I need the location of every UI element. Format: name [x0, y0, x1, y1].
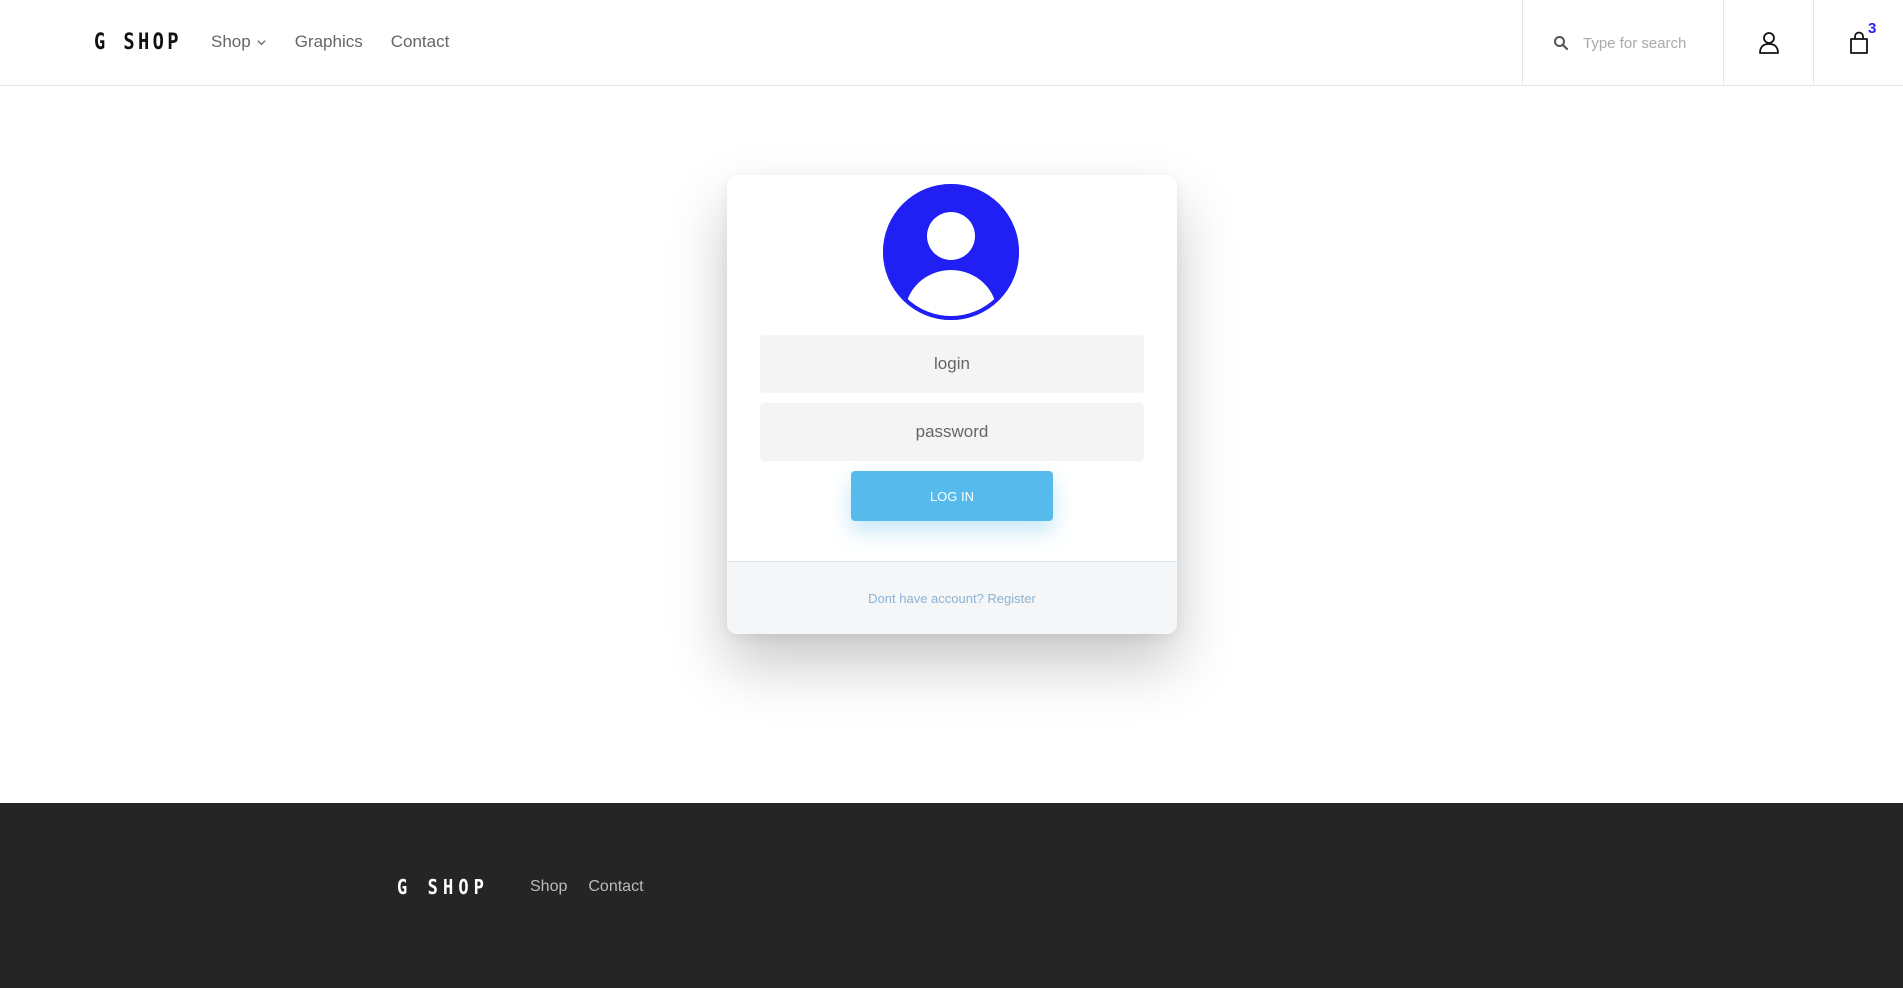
site-header: G SHOP Shop Graphics Contact Type for se…	[0, 0, 1903, 86]
login-field[interactable]	[760, 335, 1144, 393]
card-footer: Dont have account? Register	[727, 561, 1177, 634]
register-link[interactable]: Dont have account? Register	[868, 591, 1036, 606]
site-logo[interactable]: G SHOP	[94, 30, 182, 55]
chevron-down-icon	[257, 39, 266, 45]
user-icon	[1759, 32, 1779, 54]
footer-link-contact[interactable]: Contact	[588, 878, 643, 896]
nav-item-shop-label: Shop	[211, 32, 251, 51]
main-nav: Shop Graphics Contact	[211, 32, 477, 52]
footer-logo[interactable]: G SHOP	[397, 875, 489, 899]
cart-count-badge: 3	[1868, 20, 1877, 37]
search-input[interactable]	[1583, 34, 1713, 52]
footer-nav: Shop Contact	[530, 878, 644, 896]
user-avatar-icon	[883, 184, 1019, 320]
shopping-bag-icon	[1849, 31, 1868, 54]
nav-item-graphics-label: Graphics	[294, 32, 363, 51]
site-footer: G SHOP Shop Contact	[0, 803, 1903, 988]
login-button[interactable]: LOG IN	[851, 471, 1053, 521]
search-box	[1522, 0, 1724, 86]
footer-link-shop[interactable]: Shop	[530, 878, 567, 896]
search-icon[interactable]	[1553, 35, 1569, 51]
nav-item-shop[interactable]: Shop	[211, 32, 267, 52]
account-button[interactable]	[1723, 0, 1814, 86]
login-card: LOG IN Dont have account? Register	[727, 175, 1177, 634]
nav-item-graphics[interactable]: Graphics	[295, 32, 363, 52]
nav-item-contact[interactable]: Contact	[391, 32, 450, 52]
cart-button[interactable]: 3	[1813, 0, 1903, 86]
nav-item-contact-label: Contact	[390, 32, 450, 51]
password-field[interactable]	[760, 403, 1144, 461]
